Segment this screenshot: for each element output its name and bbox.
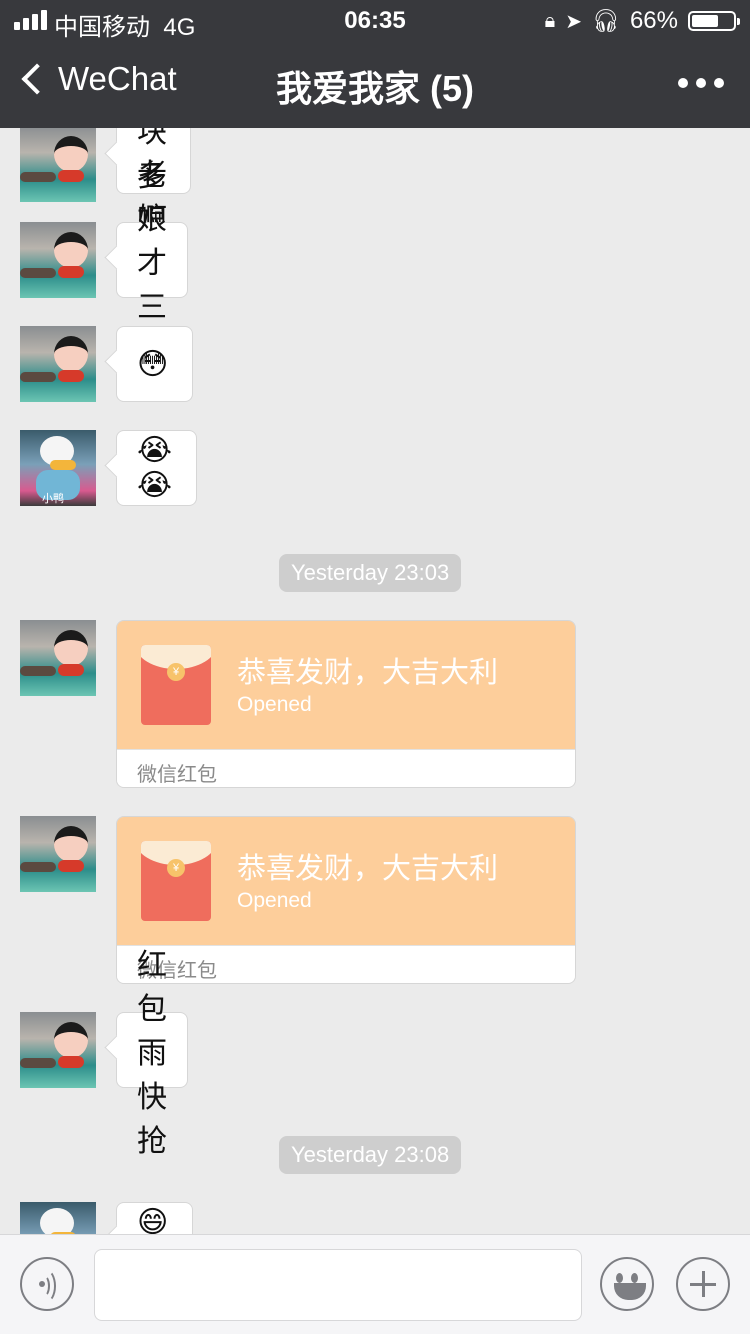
red-packet-footer: 微信红包 [137, 764, 217, 786]
red-packet[interactable]: ¥ 恭喜发财，大吉大利 Opened 微信红包 [116, 816, 576, 984]
input-bar [0, 1234, 750, 1334]
top-bar: 中国移动 4G 06:35 🔒︎ ➤ 🎧︎ 66% WeChat 我爱我家 (5… [0, 0, 750, 128]
avatar[interactable] [20, 222, 96, 298]
chat-area[interactable]: 48块多啊 老娘才三块 😳 小鸭 😭😭 Yesterday 23:03 ¥ 恭喜… [0, 128, 750, 1234]
battery-percent: 66% [629, 7, 678, 34]
timestamp: Yesterday 23:03 [279, 554, 462, 592]
avatar[interactable] [20, 816, 96, 892]
more-dot-icon [696, 78, 706, 88]
smile-emoji-icon: 😄😄 [137, 1206, 169, 1234]
emoji-bubble[interactable]: 😄😄 [116, 1202, 194, 1234]
nav-bar: WeChat 我爱我家 (5) [0, 40, 750, 128]
red-packet[interactable]: ¥ 恭喜发财，大吉大利 Opened 微信红包 [116, 620, 576, 788]
emoji-face-icon [616, 1273, 623, 1283]
avatar[interactable] [20, 1202, 96, 1234]
status-right: 🔒︎ ➤ 🎧︎ 66% [544, 7, 740, 35]
crying-emoji-icon: 😭😭 [137, 434, 173, 502]
voice-button[interactable] [20, 1257, 74, 1311]
avatar[interactable]: 小鸭 [20, 430, 96, 506]
red-packet-status: Opened [237, 889, 312, 912]
avatar-tag: 小鸭 [42, 493, 64, 505]
emoji-bubble[interactable]: 😳 [116, 326, 194, 402]
flushed-emoji-icon: 😳 [137, 347, 169, 381]
status-bar: 中国移动 4G 06:35 🔒︎ ➤ 🎧︎ 66% [0, 0, 750, 41]
coin-icon: ¥ [167, 859, 185, 877]
message-bubble[interactable]: 老娘才三块 [116, 159, 188, 368]
more-dot-icon [714, 78, 724, 88]
more-options-button[interactable] [678, 78, 724, 88]
more-actions-button[interactable] [676, 1257, 730, 1311]
emoji-bubble[interactable]: 😭😭 [116, 430, 198, 506]
avatar[interactable] [20, 620, 96, 696]
location-icon: ➤ [565, 10, 583, 33]
avatar[interactable] [20, 1012, 96, 1088]
message-bubble[interactable]: 红包雨 快抢 [116, 949, 188, 1158]
red-packet-title: 恭喜发财，大吉大利 [237, 657, 499, 689]
timestamp: Yesterday 23:08 [279, 1136, 462, 1174]
emoji-button[interactable] [600, 1257, 654, 1311]
more-dot-icon [678, 78, 688, 88]
avatar[interactable] [20, 326, 96, 402]
red-envelope-icon: ¥ [141, 645, 211, 725]
red-packet-status: Opened [237, 693, 312, 716]
message-input[interactable] [94, 1249, 582, 1321]
battery-icon [688, 11, 740, 31]
avatar[interactable] [20, 128, 96, 202]
headphones-icon: 🎧︎ [592, 8, 620, 33]
chat-title: 我爱我家 (5) [275, 68, 474, 109]
coin-icon: ¥ [167, 663, 185, 681]
red-packet-title: 恭喜发财，大吉大利 [237, 853, 499, 885]
rotation-lock-icon: 🔒︎ [544, 9, 556, 32]
red-envelope-icon: ¥ [141, 841, 211, 921]
